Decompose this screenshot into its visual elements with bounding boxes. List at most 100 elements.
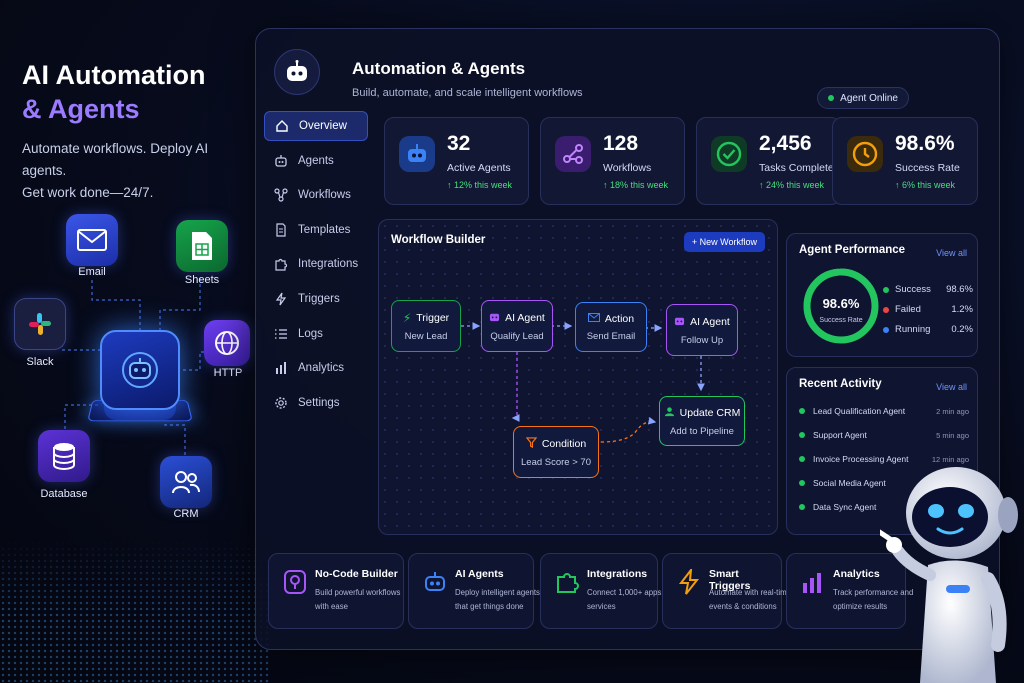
stat-value: 32 — [447, 132, 471, 155]
agent-performance-title: Agent Performance — [799, 244, 906, 256]
legend-success: Success 98.6% — [883, 284, 973, 295]
sheets-label: Sheets — [184, 274, 220, 286]
globe-icon[interactable] — [204, 320, 250, 366]
document-icon — [274, 223, 288, 237]
stat-delta: ↑ 18% this week — [603, 180, 669, 190]
sidebar-item-agents[interactable]: Agents — [264, 146, 368, 176]
feature-desc: Build powerful workflows with ease — [315, 588, 401, 611]
feature-card-integrations[interactable]: Integrations Connect 1,000+ apps and ser… — [540, 553, 677, 629]
ai-hub-robot-icon — [100, 330, 180, 410]
sidebar-item-integrations[interactable]: Integrations — [264, 249, 368, 279]
sidebar-item-triggers[interactable]: Triggers — [264, 284, 368, 314]
stat-label: Success Rate — [895, 162, 960, 174]
stat-card-active-agents[interactable]: 32 Active Agents ↑ 12% this week — [384, 117, 529, 205]
view-all-link[interactable]: View all — [936, 382, 967, 392]
node-subtitle: Add to Pipeline — [670, 425, 734, 437]
node-title: Action — [604, 312, 635, 325]
slack-icon[interactable] — [14, 298, 66, 350]
database-icon[interactable] — [38, 430, 90, 482]
robot-icon — [399, 136, 435, 172]
hero-title: AI Automation & Agents — [22, 58, 205, 126]
node-subtitle: Lead Score > 70 — [521, 456, 591, 468]
activity-item[interactable]: Lead Qualification Agent 2 min ago — [799, 406, 969, 416]
app-logo-robot-icon — [274, 49, 320, 95]
sidebar-item-templates[interactable]: Templates — [264, 215, 368, 245]
stat-delta: ↑ 24% this week — [759, 180, 825, 190]
list-icon — [274, 327, 288, 341]
stat-label: Tasks Completed — [759, 162, 840, 174]
sidebar-item-label: Triggers — [298, 292, 340, 305]
node-title: Update CRM — [679, 406, 741, 419]
sidebar-item-workflows[interactable]: Workflows — [264, 180, 368, 210]
bolt-icon: ⚡ — [402, 310, 412, 325]
sidebar-item-label: Analytics — [298, 362, 345, 375]
slack-label: Slack — [26, 356, 54, 368]
stat-delta: ↑ 12% this week — [447, 180, 513, 190]
stat-label: Active Agents — [447, 162, 511, 174]
stat-value: 2,456 — [759, 132, 812, 155]
legend-running: Running 0.2% — [883, 324, 973, 335]
database-label: Database — [40, 488, 88, 500]
puzzle-icon — [274, 257, 288, 271]
agent-status-badge: Agent Online — [817, 87, 909, 109]
workflow-builder-panel: Workflow Builder + New Workflow ⚡ Trigger… — [378, 219, 778, 535]
check-circle-icon — [711, 136, 747, 172]
feature-card-no-code-builder[interactable]: No-Code Builder Build powerful workflows… — [268, 553, 404, 629]
sidebar-item-overview[interactable]: Overview — [264, 111, 368, 141]
workflow-node-trigger[interactable]: ⚡ Trigger New Lead — [391, 300, 461, 352]
node-subtitle: Qualify Lead — [490, 330, 544, 342]
feature-title: No-Code Builder — [315, 568, 398, 580]
workflow-node-send-email[interactable]: Action Send Email — [575, 302, 647, 352]
stat-value: 98.6% — [895, 132, 955, 155]
hero-subtitle: Automate workflows. Deploy AI agents. Ge… — [22, 138, 252, 204]
hero-title-line1: AI Automation — [22, 60, 206, 90]
sidebar-item-analytics[interactable]: Analytics — [264, 353, 368, 383]
user-icon — [664, 406, 675, 420]
sidebar-item-label: Agents — [298, 154, 334, 167]
sidebar-item-label: Workflows — [298, 189, 351, 202]
sheets-icon[interactable] — [176, 220, 228, 272]
email-icon[interactable] — [66, 214, 118, 266]
sidebar-nav: Overview Agents Workflows Templates Inte… — [264, 111, 368, 422]
status-dot — [828, 95, 835, 101]
sidebar-item-logs[interactable]: Logs — [264, 319, 368, 349]
stat-card-workflows[interactable]: 128 Workflows ↑ 18% this week — [540, 117, 685, 205]
node-title: Trigger — [416, 311, 450, 324]
bar-chart-icon — [799, 568, 827, 596]
email-label: Email — [78, 266, 106, 278]
feature-card-ai-agents[interactable]: AI Agents Deploy intelligent agents that… — [408, 553, 540, 629]
stat-label: Workflows — [603, 162, 652, 174]
hero-subtitle-line1: Automate workflows. Deploy AI agents. — [22, 141, 209, 178]
workflow-node-condition[interactable]: Condition Lead Score > 70 — [513, 426, 599, 478]
page-subtitle: Build, automate, and scale intelligent w… — [352, 87, 583, 99]
stat-card-success-rate[interactable]: 98.6% Success Rate ↑ 6% this week — [832, 117, 978, 205]
filter-icon — [525, 436, 538, 451]
feature-desc: Deploy intelligent agents that get thing… — [455, 588, 540, 611]
workflow-icon — [274, 188, 288, 202]
workflow-icon — [555, 136, 591, 172]
feature-title: AI Agents — [455, 568, 504, 580]
success-rate-donut: 98.6% Success Rate — [803, 268, 879, 344]
bolt-icon — [675, 568, 703, 596]
gear-icon — [274, 396, 288, 410]
particle-wave-decoration — [0, 540, 270, 683]
cursor-icon — [281, 568, 309, 596]
activity-item[interactable]: Support Agent 5 min ago — [799, 430, 969, 440]
stat-card-tasks-completed[interactable]: 2,456 Tasks Completed ↑ 24% this week — [696, 117, 841, 205]
mail-icon — [587, 312, 600, 325]
workflow-node-qualify-lead[interactable]: AI Agent Qualify Lead — [481, 300, 553, 352]
bar-chart-icon — [274, 361, 288, 375]
sidebar-item-settings[interactable]: Settings — [264, 388, 368, 418]
robot-icon — [674, 315, 685, 329]
node-subtitle: Follow Up — [680, 334, 724, 346]
sidebar-item-label: Templates — [298, 223, 351, 236]
donut-center-value: 98.6% — [823, 296, 860, 311]
crm-users-icon[interactable] — [160, 456, 212, 508]
feature-card-smart-triggers[interactable]: Smart Triggers Automate with real-time e… — [662, 553, 791, 629]
robot-mascot-icon — [880, 467, 1018, 683]
workflow-node-update-crm[interactable]: Update CRM Add to Pipeline — [659, 396, 745, 446]
workflow-connectors — [461, 322, 705, 443]
workflow-node-follow-up[interactable]: AI Agent Follow Up — [666, 304, 738, 356]
view-all-link[interactable]: View all — [936, 248, 967, 258]
home-icon — [275, 119, 289, 133]
